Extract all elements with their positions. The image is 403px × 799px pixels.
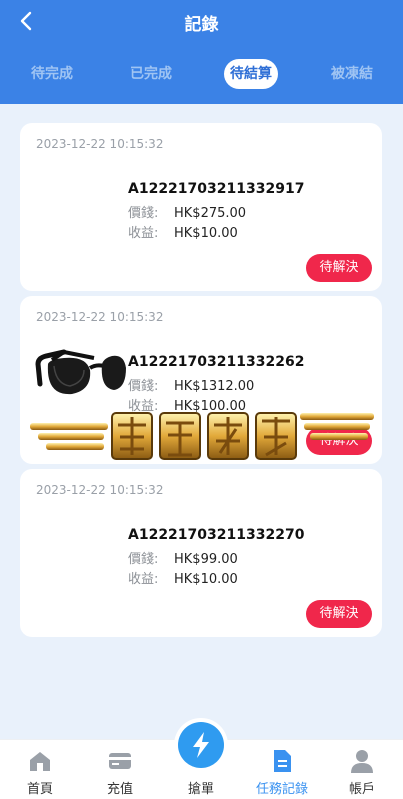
order-time: 2023-12-22 10:15:32: [36, 137, 164, 151]
order-time: 2023-12-22 10:15:32: [36, 483, 164, 497]
tab-frozen[interactable]: 被凍結: [322, 59, 382, 89]
earnings-label: 收益:: [128, 572, 159, 587]
price-label: 價錢:: [128, 379, 159, 394]
order-time: 2023-12-22 10:15:32: [36, 310, 164, 324]
nav-task-records-label: 任務記錄: [255, 782, 308, 797]
nav-recharge[interactable]: 充值: [80, 740, 160, 799]
tab-completed[interactable]: 已完成: [121, 59, 181, 89]
order-earnings-row: 收益: HK$10.00: [128, 222, 238, 241]
order-price-row: 價錢: HK$1312.00: [128, 375, 254, 394]
order-id: A12221703211332270: [128, 527, 305, 543]
price-value: HK$275.00: [174, 206, 247, 221]
header: 記錄 待完成 已完成 待結算 被凍結: [0, 0, 403, 104]
order-earnings-row: 收益: HK$10.00: [128, 568, 238, 587]
nav-recharge-label: 充值: [106, 782, 133, 797]
order-price-row: 價錢: HK$275.00: [128, 202, 246, 221]
price-value: HK$1312.00: [174, 379, 255, 394]
price-value: HK$99.00: [174, 552, 238, 567]
status-pending-button[interactable]: 待解決: [306, 600, 372, 628]
nav-home[interactable]: 首頁: [0, 740, 80, 799]
watermark-left-stripes: [30, 423, 108, 450]
grab-order-button[interactable]: [178, 722, 224, 768]
status-tabs: 待完成 已完成 待結算 被凍結: [0, 59, 403, 89]
nav-home-label: 首頁: [26, 782, 53, 797]
order-price-row: 價錢: HK$99.00: [128, 548, 238, 567]
order-card[interactable]: 2023-12-22 10:15:32 A12221703211332270 價…: [20, 469, 382, 637]
card-icon: [109, 753, 131, 769]
price-label: 價錢:: [128, 206, 159, 221]
user-icon: [351, 750, 373, 773]
tab-pending-completion[interactable]: 待完成: [22, 59, 82, 89]
watermark-right-stripes: [300, 413, 374, 440]
order-id: A12221703211332262: [128, 354, 305, 370]
order-id: A12221703211332917: [128, 181, 305, 197]
nav-account[interactable]: 帳戶: [322, 740, 402, 799]
earnings-label: 收益:: [128, 226, 159, 241]
document-icon: [274, 750, 291, 772]
earnings-value: HK$10.00: [174, 572, 238, 587]
home-icon: [30, 752, 50, 771]
order-card[interactable]: 2023-12-22 10:15:32 A12221703211332917 價…: [20, 123, 382, 291]
nav-account-label: 帳戶: [348, 782, 375, 797]
watermark-logo: [30, 412, 374, 460]
nav-grab-order-label: 搶單: [187, 782, 214, 797]
lightning-icon: [193, 732, 209, 758]
earnings-value: HK$10.00: [174, 226, 238, 241]
nav-task-records[interactable]: 任務記錄: [242, 740, 322, 799]
price-label: 價錢:: [128, 552, 159, 567]
tab-pending-settlement[interactable]: 待結算: [224, 59, 278, 89]
page-title: 記錄: [184, 15, 219, 35]
status-pending-button[interactable]: 待解決: [306, 254, 372, 282]
